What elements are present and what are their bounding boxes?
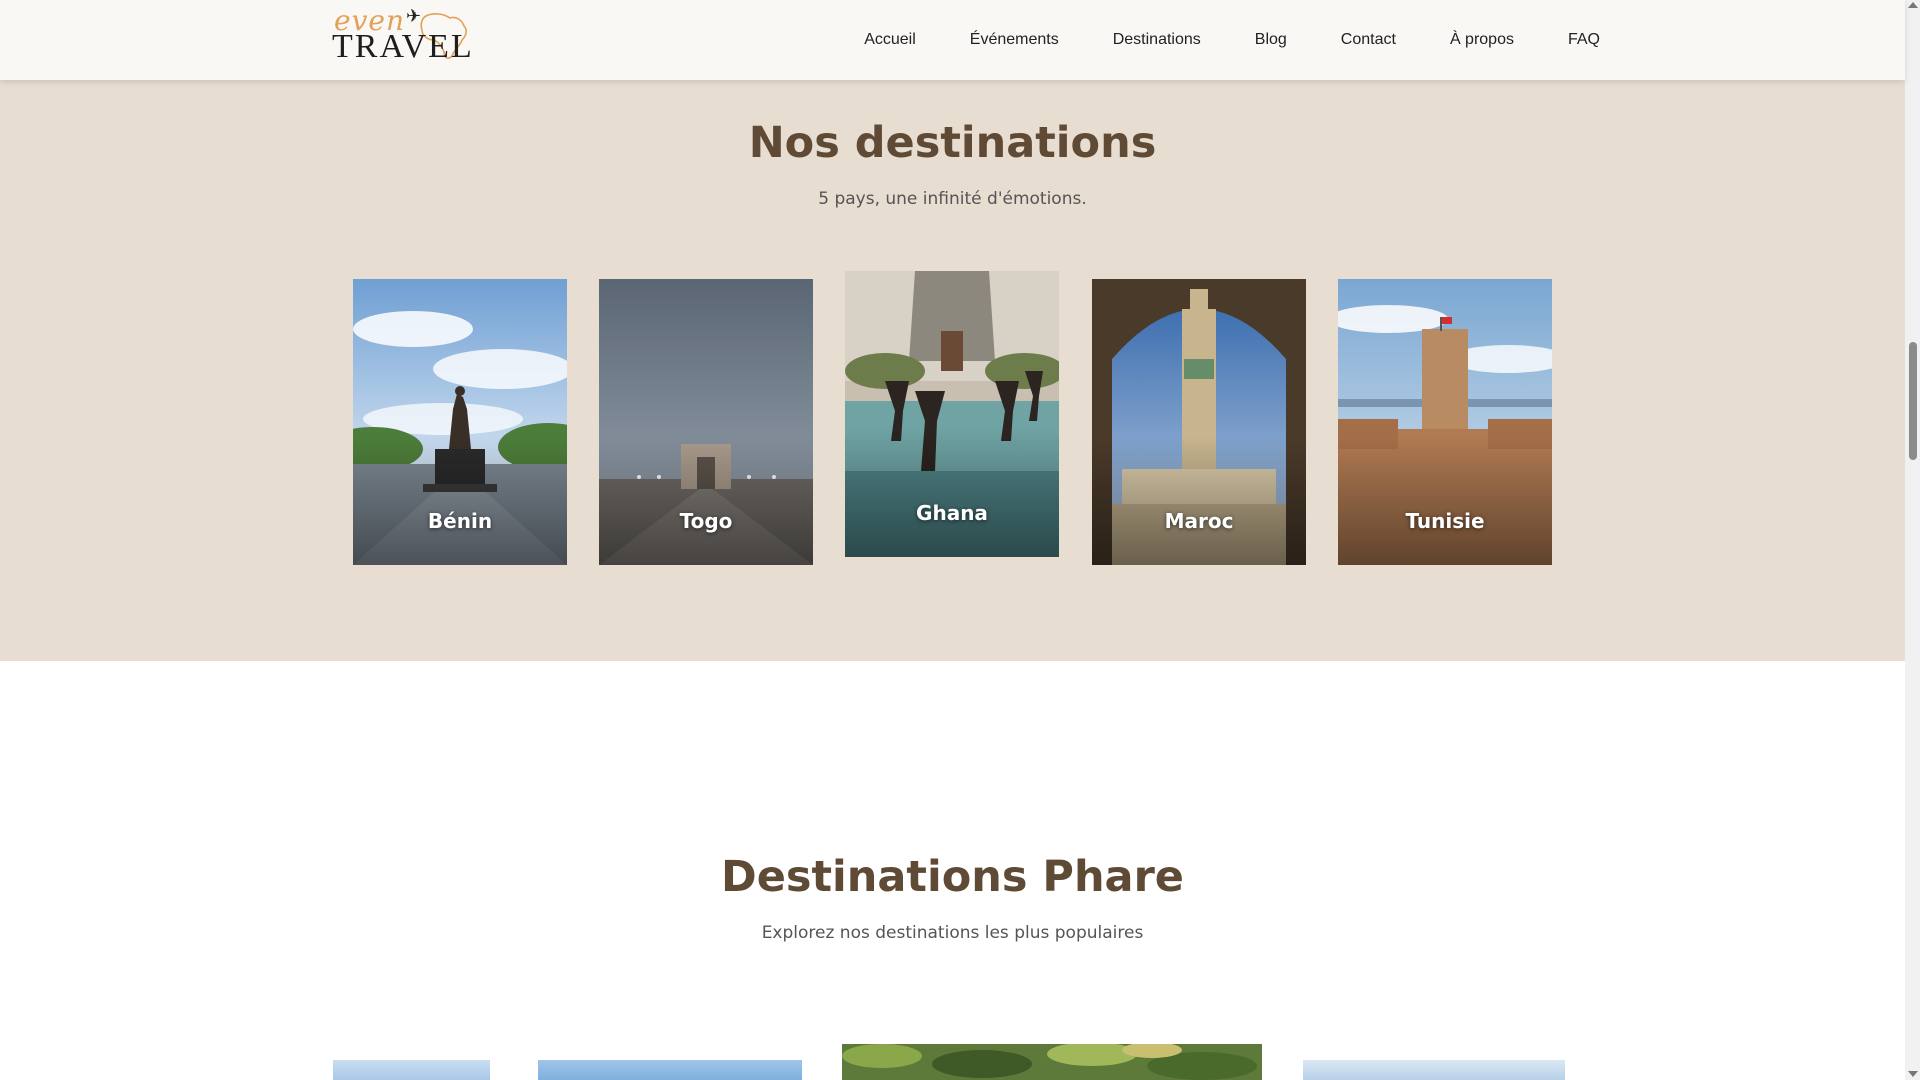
destination-card-togo[interactable]: Togo [599, 279, 813, 565]
logo-travel-text: TRAVEL [332, 28, 474, 65]
maroc-shade [1092, 436, 1306, 565]
togo-shade [599, 436, 813, 565]
togo-label: Togo [679, 509, 733, 533]
scrollbar-thumb[interactable] [1909, 342, 1917, 460]
benin-label: Bénin [427, 509, 493, 533]
featured-image-3-foliage [842, 1044, 1262, 1080]
nav-blog[interactable]: Blog [1255, 31, 1287, 49]
destinations-title: Nos destinations [748, 118, 1157, 168]
nav-faq[interactable]: FAQ [1568, 31, 1600, 49]
scroll-down-arrow-icon[interactable] [1908, 1071, 1918, 1077]
destinations-subtitle: 5 pays, une infinité d'émotions. [818, 189, 1087, 209]
main-nav: Accueil Événements Destinations Blog Con… [864, 0, 1600, 80]
site-header: even ✈ TRAVEL Accueil Événements Destina… [0, 0, 1905, 80]
tunisie-label: Tunisie [1405, 509, 1485, 533]
destination-card-benin[interactable]: Bénin [353, 279, 567, 565]
nav-destinations[interactable]: Destinations [1113, 31, 1201, 49]
featured-image-1[interactable] [333, 1060, 490, 1080]
destinations-section: Nos destinations 5 pays, une infinité d'… [0, 80, 1905, 661]
nav-contact[interactable]: Contact [1341, 31, 1396, 49]
site-logo[interactable]: even ✈ TRAVEL [332, 4, 472, 65]
featured-title: Destinations Phare [721, 852, 1184, 902]
ghana-label: Ghana [916, 501, 988, 525]
destination-card-maroc[interactable]: Maroc [1092, 279, 1306, 565]
nav-accueil[interactable]: Accueil [864, 31, 916, 49]
featured-image-3[interactable] [842, 1044, 1262, 1080]
destination-card-ghana[interactable]: Ghana [845, 271, 1059, 557]
ghana-shade [845, 428, 1059, 557]
nav-a-propos[interactable]: À propos [1450, 31, 1514, 49]
benin-shade [353, 436, 567, 565]
featured-subtitle: Explorez nos destinations les plus popul… [761, 923, 1144, 943]
destination-card-tunisie[interactable]: Tunisie [1338, 279, 1552, 565]
nav-evenements[interactable]: Événements [970, 31, 1059, 49]
featured-image-4[interactable] [1303, 1060, 1565, 1080]
featured-image-2[interactable] [538, 1060, 802, 1080]
maroc-label: Maroc [1164, 509, 1234, 533]
tunisie-shade [1338, 436, 1552, 565]
page-scrollbar[interactable] [1905, 0, 1920, 1080]
scroll-up-arrow-icon[interactable] [1908, 2, 1918, 8]
